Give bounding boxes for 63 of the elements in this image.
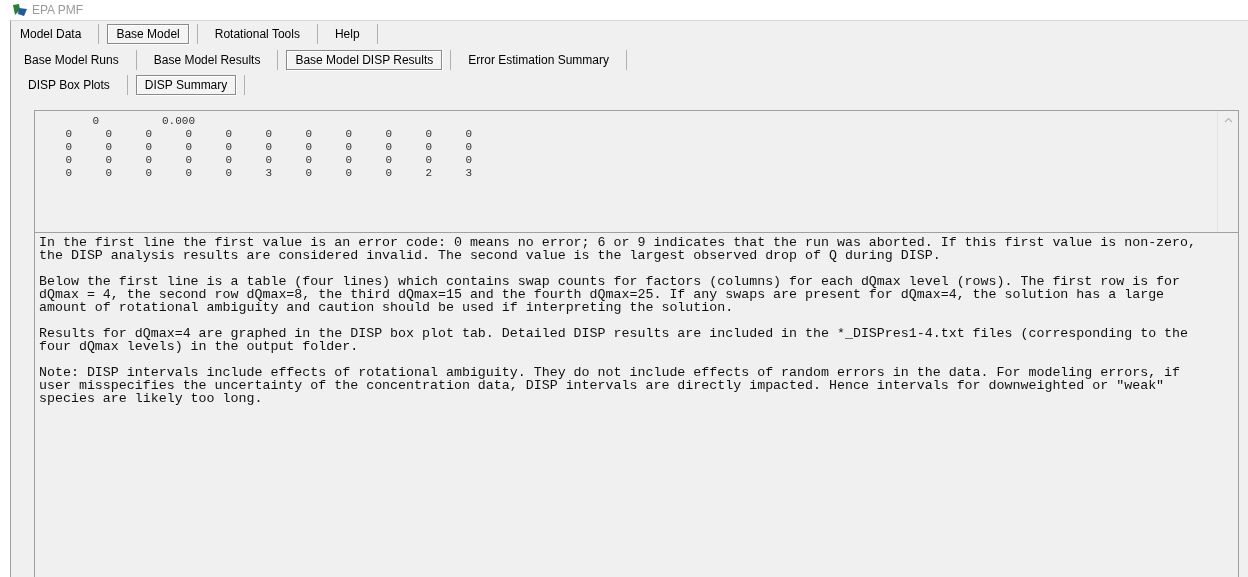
swap-count: 0 bbox=[184, 128, 192, 141]
swap-count: 0 bbox=[104, 141, 112, 154]
swap-count: 0 bbox=[264, 128, 272, 141]
swap-count: 0 bbox=[104, 167, 112, 180]
swap-count: 0 bbox=[224, 154, 232, 167]
max-drop: 0.000 bbox=[161, 115, 195, 128]
tab[interactable]: DISP Box Plots bbox=[19, 75, 119, 95]
swap-count: 0 bbox=[464, 154, 472, 167]
tab[interactable]: DISP Summary bbox=[135, 75, 237, 95]
app-logo-icon bbox=[12, 3, 28, 17]
swap-count: 3 bbox=[464, 167, 472, 180]
swap-count: 0 bbox=[144, 128, 152, 141]
error-code: 0 bbox=[91, 115, 99, 128]
swap-count: 0 bbox=[184, 167, 192, 180]
explanation-paragraph: Below the first line is a table (four lines) which contains swap counts for factors (columns) for each dQmax level (rows). The first row is for dQmax = 4, the second row dQmax=8, the third dQmax=15 and the fourth dQmax=25. If any swaps are present for dQmax=4, the solution has a large amount of rotational ambiguity and caution should be used if interpreting the solution. bbox=[39, 275, 1182, 314]
swap-count: 0 bbox=[104, 154, 112, 167]
explanation-paragraph: Results for dQmax=4 are graphed in the DISP box plot tab. Detailed DISP results are included in the *_DISPres1-4.txt files (corresponding to the four dQmax levels) in the output folder. bbox=[39, 327, 1190, 353]
swap-count: 0 bbox=[424, 128, 432, 141]
swap-count: 0 bbox=[304, 154, 312, 167]
swap-count: 0 bbox=[304, 128, 312, 141]
swap-count: 0 bbox=[304, 167, 312, 180]
swap-count: 0 bbox=[224, 167, 232, 180]
swap-count: 0 bbox=[224, 141, 232, 154]
swap-count: 0 bbox=[304, 141, 312, 154]
scroll-up-icon[interactable] bbox=[1223, 117, 1233, 123]
swap-count: 0 bbox=[344, 167, 352, 180]
swap-count: 0 bbox=[384, 167, 392, 180]
swap-count: 0 bbox=[64, 154, 72, 167]
swap-count: 0 bbox=[384, 141, 392, 154]
tab[interactable]: Base Model bbox=[107, 24, 189, 44]
swap-count: 0 bbox=[344, 128, 352, 141]
swap-count: 0 bbox=[344, 154, 352, 167]
swap-count: 0 bbox=[464, 128, 472, 141]
explanation-paragraph: In the first line the first value is an error code: 0 means no error; 6 or 9 indicates that the run was aborted. If this first value is non-zero, the DISP analysis results are considered invalid. The second value is the largest observed drop of Q during DISP. bbox=[39, 236, 1198, 262]
tab[interactable]: Base Model Runs bbox=[15, 50, 128, 70]
swap-count: 3 bbox=[264, 167, 272, 180]
swap-count: 0 bbox=[464, 141, 472, 154]
swap-count: 0 bbox=[64, 167, 72, 180]
swap-count: 0 bbox=[104, 128, 112, 141]
swap-count: 0 bbox=[384, 128, 392, 141]
swap-count: 0 bbox=[384, 154, 392, 167]
swap-count: 0 bbox=[424, 141, 432, 154]
swap-count: 2 bbox=[424, 167, 432, 180]
tab[interactable]: Error Estimation Summary bbox=[459, 50, 618, 70]
swap-count: 0 bbox=[144, 154, 152, 167]
swap-count: 0 bbox=[424, 154, 432, 167]
swap-count: 0 bbox=[264, 154, 272, 167]
tab[interactable]: Help bbox=[325, 24, 369, 44]
swap-count: 0 bbox=[64, 128, 72, 141]
swap-count: 0 bbox=[184, 154, 192, 167]
tab[interactable]: Base Model DISP Results bbox=[286, 50, 443, 70]
swap-count: 0 bbox=[144, 167, 152, 180]
tab[interactable]: Model Data bbox=[11, 24, 91, 44]
swap-count: 0 bbox=[264, 141, 272, 154]
swap-count: 0 bbox=[64, 141, 72, 154]
tab[interactable]: Base Model Results bbox=[144, 50, 270, 70]
explanation-paragraph: Note: DISP intervals include effects of rotational ambiguity. They do not include effects of random errors in the data. For modeling errors, if user misspecifies the uncertainty of the concentration data, DISP intervals are directly impacted. Hence intervals for downweighted or "weak" species are likely too long. bbox=[39, 366, 1182, 405]
swap-count: 0 bbox=[224, 128, 232, 141]
tab[interactable]: Rotational Tools bbox=[205, 24, 309, 44]
swap-count: 0 bbox=[184, 141, 192, 154]
window-title: EPA PMF bbox=[32, 3, 84, 17]
swap-count: 0 bbox=[144, 141, 152, 154]
swap-count: 0 bbox=[344, 141, 352, 154]
